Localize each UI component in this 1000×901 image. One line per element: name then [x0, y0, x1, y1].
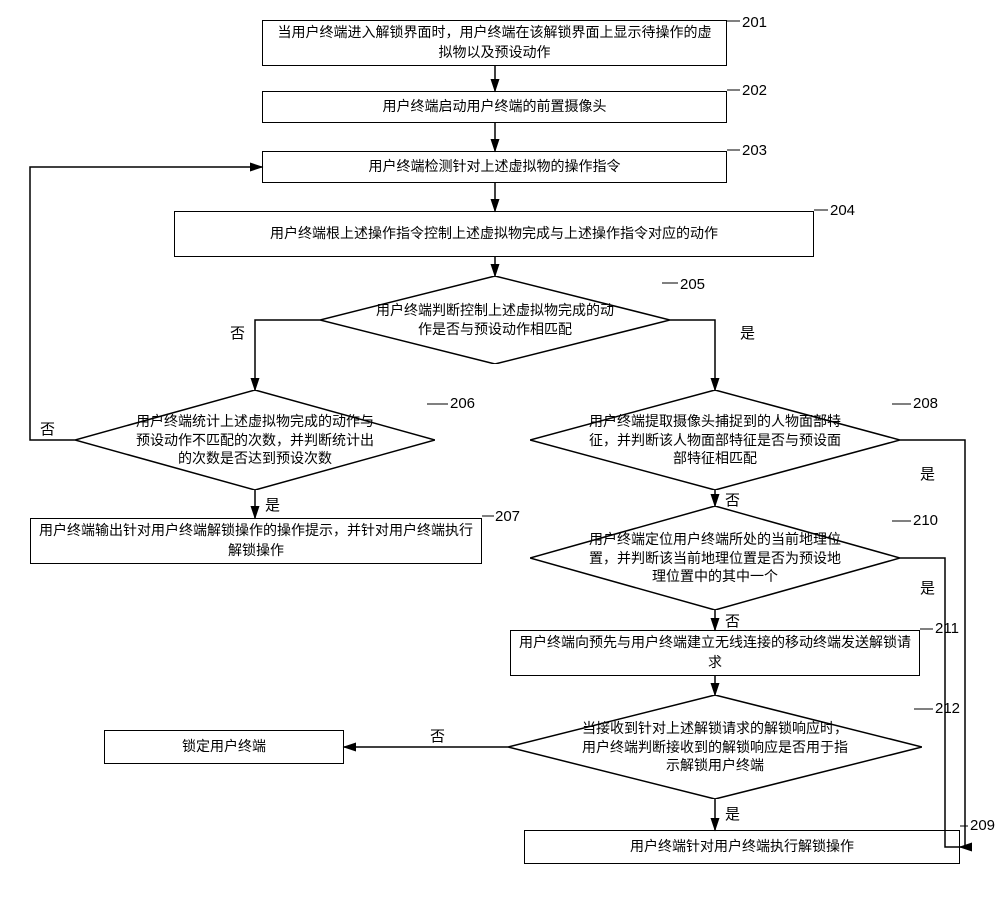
step-203: 用户终端检测针对上述虚拟物的操作指令: [262, 151, 727, 183]
yes-208: 是: [920, 463, 935, 484]
label-202: 202: [742, 82, 767, 99]
label-209: 209: [970, 817, 995, 834]
yes-212: 是: [725, 803, 740, 824]
decision-205: 用户终端判断控制上述虚拟物完成的动作是否与预设动作相匹配: [320, 276, 670, 364]
step-201: 当用户终端进入解锁界面时，用户终端在该解锁界面上显示待操作的虚拟物以及预设动作: [262, 20, 727, 66]
yes-210: 是: [920, 577, 935, 598]
label-204: 204: [830, 202, 855, 219]
step-202: 用户终端启动用户终端的前置摄像头: [262, 91, 727, 123]
label-201: 201: [742, 14, 767, 31]
step-211: 用户终端向预先与用户终端建立无线连接的移动终端发送解锁请求: [510, 630, 920, 676]
yes-206: 是: [265, 494, 280, 515]
no-208: 否: [725, 489, 740, 510]
label-211: 211: [935, 620, 959, 637]
step-204: 用户终端根上述操作指令控制上述虚拟物完成与上述操作指令对应的动作: [174, 211, 814, 257]
label-205: 205: [680, 276, 705, 293]
label-207: 207: [495, 508, 520, 525]
step-207: 用户终端输出针对用户终端解锁操作的操作提示，并针对用户终端执行解锁操作: [30, 518, 482, 564]
decision-206: 用户终端统计上述虚拟物完成的动作与预设动作不匹配的次数，并判断统计出的次数是否达…: [75, 390, 435, 490]
step-209: 用户终端针对用户终端执行解锁操作: [524, 830, 960, 864]
no-212: 否: [430, 725, 445, 746]
label-206: 206: [450, 395, 475, 412]
decision-208: 用户终端提取摄像头捕捉到的人物面部特征，并判断该人物面部特征是否与预设面部特征相…: [530, 390, 900, 490]
no-205: 否: [230, 322, 245, 343]
decision-210: 用户终端定位用户终端所处的当前地理位置，并判断该当前地理位置是否为预设地理位置中…: [530, 506, 900, 610]
flowchart-canvas: 当用户终端进入解锁界面时，用户终端在该解锁界面上显示待操作的虚拟物以及预设动作 …: [0, 0, 1000, 901]
label-208: 208: [913, 395, 938, 412]
step-lock: 锁定用户终端: [104, 730, 344, 764]
label-203: 203: [742, 142, 767, 159]
decision-212: 当接收到针对上述解锁请求的解锁响应时，用户终端判断接收到的解锁响应是否用于指示解…: [508, 695, 922, 799]
yes-205: 是: [740, 322, 755, 343]
label-210: 210: [913, 512, 938, 529]
no-206: 否: [40, 418, 55, 439]
label-212: 212: [935, 700, 960, 717]
no-210: 否: [725, 610, 740, 631]
